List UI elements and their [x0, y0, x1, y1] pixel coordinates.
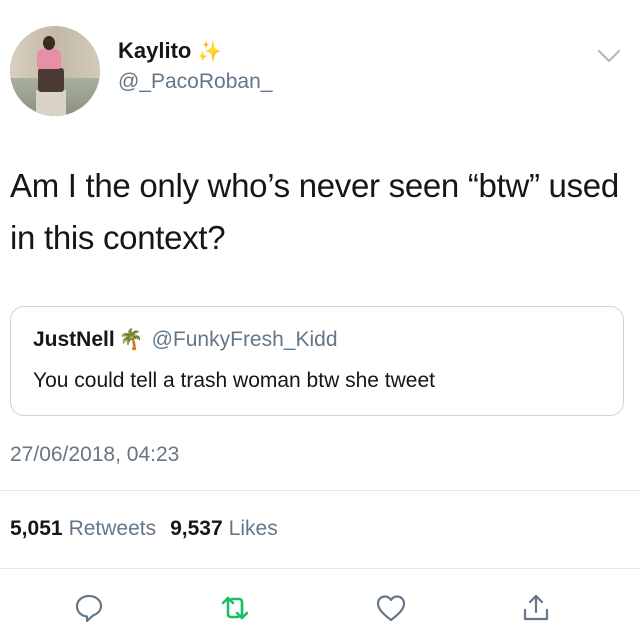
avatar-person-body: [37, 49, 61, 69]
likes-label[interactable]: Likes: [229, 517, 278, 541]
quoted-tweet-card[interactable]: JustNell 🌴 @FunkyFresh_Kidd You could te…: [10, 306, 624, 416]
quoted-author-name[interactable]: JustNell: [33, 328, 115, 352]
likes-count[interactable]: 9,537: [170, 517, 223, 541]
reply-icon[interactable]: [73, 592, 105, 624]
avatar-person-head: [43, 36, 55, 50]
author-name-row[interactable]: Kaylito ✨: [118, 38, 222, 64]
share-icon[interactable]: [520, 592, 552, 624]
avatar[interactable]: [10, 26, 100, 116]
quoted-tweet-text: You could tell a trash woman btw she twe…: [33, 369, 435, 392]
quoted-tweet-header: JustNell 🌴 @FunkyFresh_Kidd: [33, 327, 338, 352]
retweet-icon[interactable]: [219, 592, 251, 624]
author-display-name[interactable]: Kaylito: [118, 38, 191, 64]
sparkles-icon: ✨: [197, 40, 223, 63]
tweet-actions-bar: [0, 588, 640, 628]
divider: [0, 568, 640, 569]
avatar-pedestal: [36, 90, 66, 116]
palm-tree-icon: 🌴: [118, 329, 144, 351]
tweet-card: Kaylito ✨ @_PacoRoban_ Am I the only who…: [0, 0, 640, 640]
tweet-text: Am I the only who’s never seen “btw” use…: [10, 167, 619, 256]
author-handle[interactable]: @_PacoRoban_: [118, 70, 272, 94]
retweets-label[interactable]: Retweets: [69, 517, 157, 541]
retweets-count[interactable]: 5,051: [10, 517, 63, 541]
divider: [0, 490, 640, 491]
avatar-person-legs: [38, 68, 64, 92]
tweet-timestamp[interactable]: 27/06/2018, 04:23: [10, 443, 179, 467]
tweet-stats: 5,051 Retweets 9,537 Likes: [10, 517, 292, 541]
like-icon[interactable]: [375, 592, 407, 624]
chevron-down-icon[interactable]: [596, 46, 622, 66]
quoted-author-handle[interactable]: @FunkyFresh_Kidd: [152, 328, 338, 352]
